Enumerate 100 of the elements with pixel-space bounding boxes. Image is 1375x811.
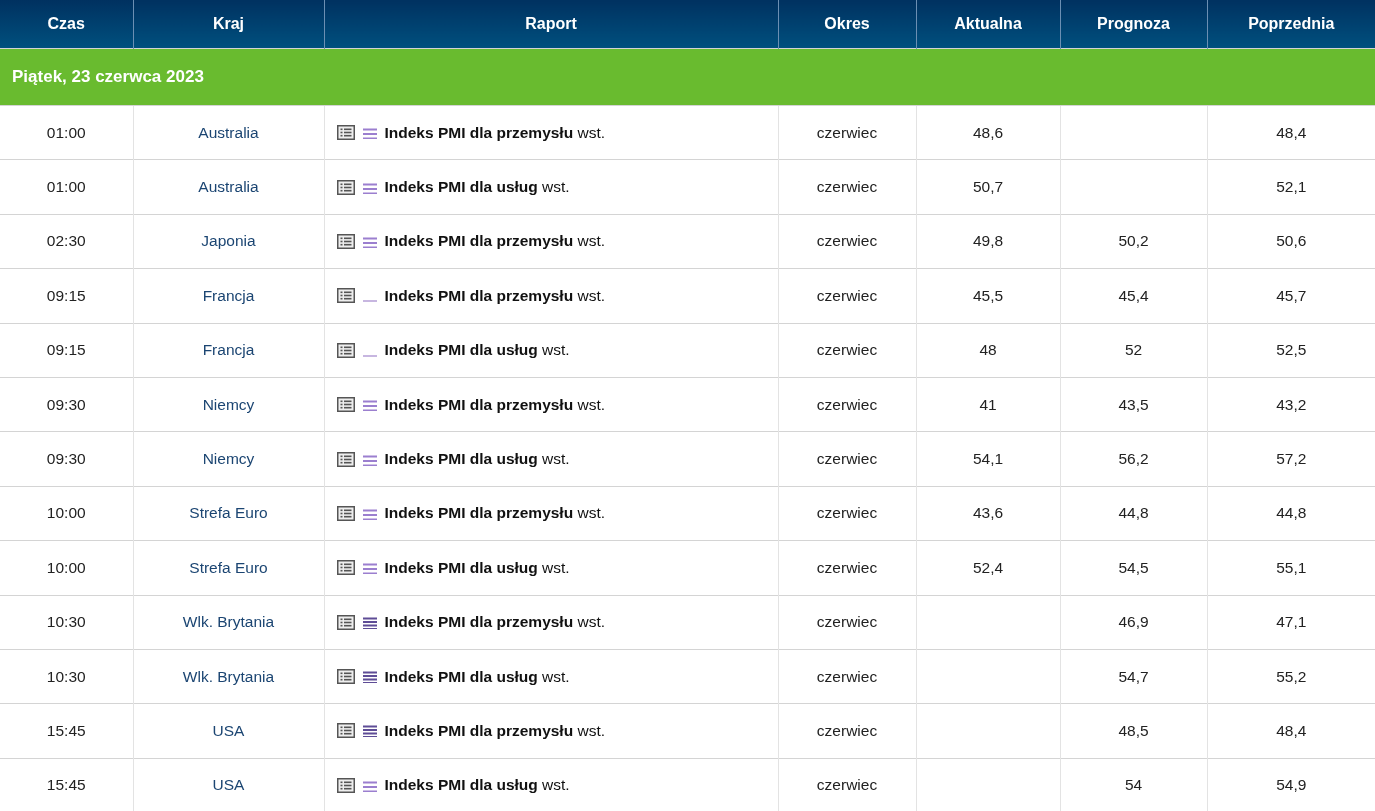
- time-cell: 15:45: [0, 703, 133, 759]
- country-link[interactable]: Australia: [198, 123, 259, 141]
- actual-cell: 48: [916, 323, 1060, 378]
- report-title[interactable]: Indeks PMI dla przemysłu wst.: [384, 286, 606, 305]
- actual-cell: 48,6: [916, 105, 1060, 160]
- report-title[interactable]: Indeks PMI dla usług wst.: [384, 450, 570, 469]
- actual-cell: 49,8: [916, 214, 1060, 269]
- previous-cell: 43,2: [1207, 377, 1375, 432]
- forecast-cell: 43,5: [1060, 377, 1207, 432]
- country-link[interactable]: Australia: [198, 178, 259, 196]
- previous-cell: 55,2: [1207, 649, 1375, 704]
- country-link[interactable]: Niemcy: [202, 395, 255, 413]
- list-icon[interactable]: [336, 342, 355, 358]
- country-link[interactable]: Francja: [202, 286, 255, 304]
- time-cell: 02:30: [0, 214, 133, 269]
- forecast-cell: 44,8: [1060, 486, 1207, 541]
- report-title[interactable]: Indeks PMI dla przemysłu wst.: [384, 504, 606, 523]
- time-cell: 09:30: [0, 431, 133, 487]
- period-cell: czerwiec: [778, 214, 916, 269]
- list-icon[interactable]: [336, 614, 355, 630]
- report-title[interactable]: Indeks PMI dla przemysłu wst.: [384, 123, 606, 142]
- actual-cell: 43,6: [916, 486, 1060, 541]
- period-cell: czerwiec: [778, 703, 916, 759]
- period-cell: czerwiec: [778, 595, 916, 650]
- time-cell: 15:45: [0, 758, 133, 811]
- country-link[interactable]: Francja: [202, 341, 255, 359]
- period-cell: czerwiec: [778, 323, 916, 378]
- report-title[interactable]: Indeks PMI dla usług wst.: [384, 341, 570, 360]
- time-cell: 10:00: [0, 486, 133, 541]
- forecast-cell: 45,4: [1060, 268, 1207, 324]
- actual-cell: 52,4: [916, 540, 1060, 595]
- list-icon[interactable]: [336, 451, 355, 467]
- time-cell: 09:15: [0, 323, 133, 378]
- actual-cell: 41: [916, 377, 1060, 432]
- column-header[interactable]: Okres: [778, 0, 916, 49]
- column-header[interactable]: Aktualna: [916, 0, 1060, 49]
- column-header[interactable]: Kraj: [133, 0, 324, 49]
- list-icon[interactable]: [336, 669, 355, 685]
- list-icon[interactable]: [336, 233, 355, 249]
- forecast-cell: 50,2: [1060, 214, 1207, 269]
- previous-cell: 55,1: [1207, 540, 1375, 595]
- report-title[interactable]: Indeks PMI dla usług wst.: [384, 558, 570, 577]
- list-icon[interactable]: [336, 723, 355, 739]
- country-link[interactable]: Strefa Euro: [189, 504, 268, 522]
- time-cell: 01:00: [0, 105, 133, 160]
- list-icon[interactable]: [336, 179, 355, 195]
- previous-cell: 52,1: [1207, 159, 1375, 215]
- country-link[interactable]: Niemcy: [202, 450, 255, 468]
- period-cell: czerwiec: [778, 758, 916, 811]
- previous-cell: 57,2: [1207, 431, 1375, 487]
- column-header[interactable]: Czas: [0, 0, 133, 49]
- country-link[interactable]: USA: [212, 776, 245, 794]
- country-link[interactable]: Japonia: [201, 232, 256, 250]
- actual-cell: 50,7: [916, 159, 1060, 215]
- report-title[interactable]: Indeks PMI dla przemysłu wst.: [384, 395, 606, 414]
- period-cell: czerwiec: [778, 431, 916, 487]
- previous-cell: 47,1: [1207, 595, 1375, 650]
- date-header: Piątek, 23 czerwca 2023: [0, 48, 1375, 106]
- list-icon[interactable]: [336, 397, 355, 413]
- forecast-cell: 48,5: [1060, 703, 1207, 759]
- list-icon[interactable]: [336, 777, 355, 793]
- forecast-cell: 54,5: [1060, 540, 1207, 595]
- time-cell: 09:15: [0, 268, 133, 324]
- column-header[interactable]: Raport: [324, 0, 778, 49]
- time-cell: 01:00: [0, 159, 133, 215]
- country-link[interactable]: USA: [212, 722, 245, 739]
- time-cell: 10:00: [0, 540, 133, 595]
- list-icon[interactable]: [336, 288, 355, 304]
- list-icon[interactable]: [336, 505, 355, 521]
- country-link[interactable]: Strefa Euro: [189, 558, 268, 576]
- time-cell: 09:30: [0, 377, 133, 432]
- period-cell: czerwiec: [778, 649, 916, 704]
- previous-cell: 54,9: [1207, 758, 1375, 811]
- period-cell: czerwiec: [778, 268, 916, 324]
- country-link[interactable]: Wlk. Brytania: [182, 613, 275, 631]
- forecast-cell: 54: [1060, 758, 1207, 811]
- period-cell: czerwiec: [778, 540, 916, 595]
- report-title[interactable]: Indeks PMI dla przemysłu wst.: [384, 232, 606, 251]
- previous-cell: 45,7: [1207, 268, 1375, 324]
- previous-cell: 52,5: [1207, 323, 1375, 378]
- forecast-cell: 46,9: [1060, 595, 1207, 650]
- previous-cell: 48,4: [1207, 703, 1375, 759]
- report-title[interactable]: Indeks PMI dla przemysłu wst.: [384, 613, 606, 632]
- country-link[interactable]: Wlk. Brytania: [182, 667, 275, 685]
- report-title[interactable]: Indeks PMI dla przemysłu wst.: [384, 722, 606, 740]
- period-cell: czerwiec: [778, 159, 916, 215]
- list-icon[interactable]: [336, 125, 355, 141]
- period-cell: czerwiec: [778, 105, 916, 160]
- forecast-cell: 56,2: [1060, 431, 1207, 487]
- report-title[interactable]: Indeks PMI dla usług wst.: [384, 178, 570, 197]
- actual-cell: 45,5: [916, 268, 1060, 324]
- list-icon[interactable]: [336, 560, 355, 576]
- previous-cell: 44,8: [1207, 486, 1375, 541]
- actual-cell: 54,1: [916, 431, 1060, 487]
- forecast-cell: 52: [1060, 323, 1207, 378]
- time-cell: 10:30: [0, 649, 133, 704]
- report-title[interactable]: Indeks PMI dla usług wst.: [384, 776, 570, 795]
- column-header[interactable]: Prognoza: [1060, 0, 1207, 49]
- report-title[interactable]: Indeks PMI dla usług wst.: [384, 667, 570, 686]
- column-header[interactable]: Poprzednia: [1207, 0, 1375, 49]
